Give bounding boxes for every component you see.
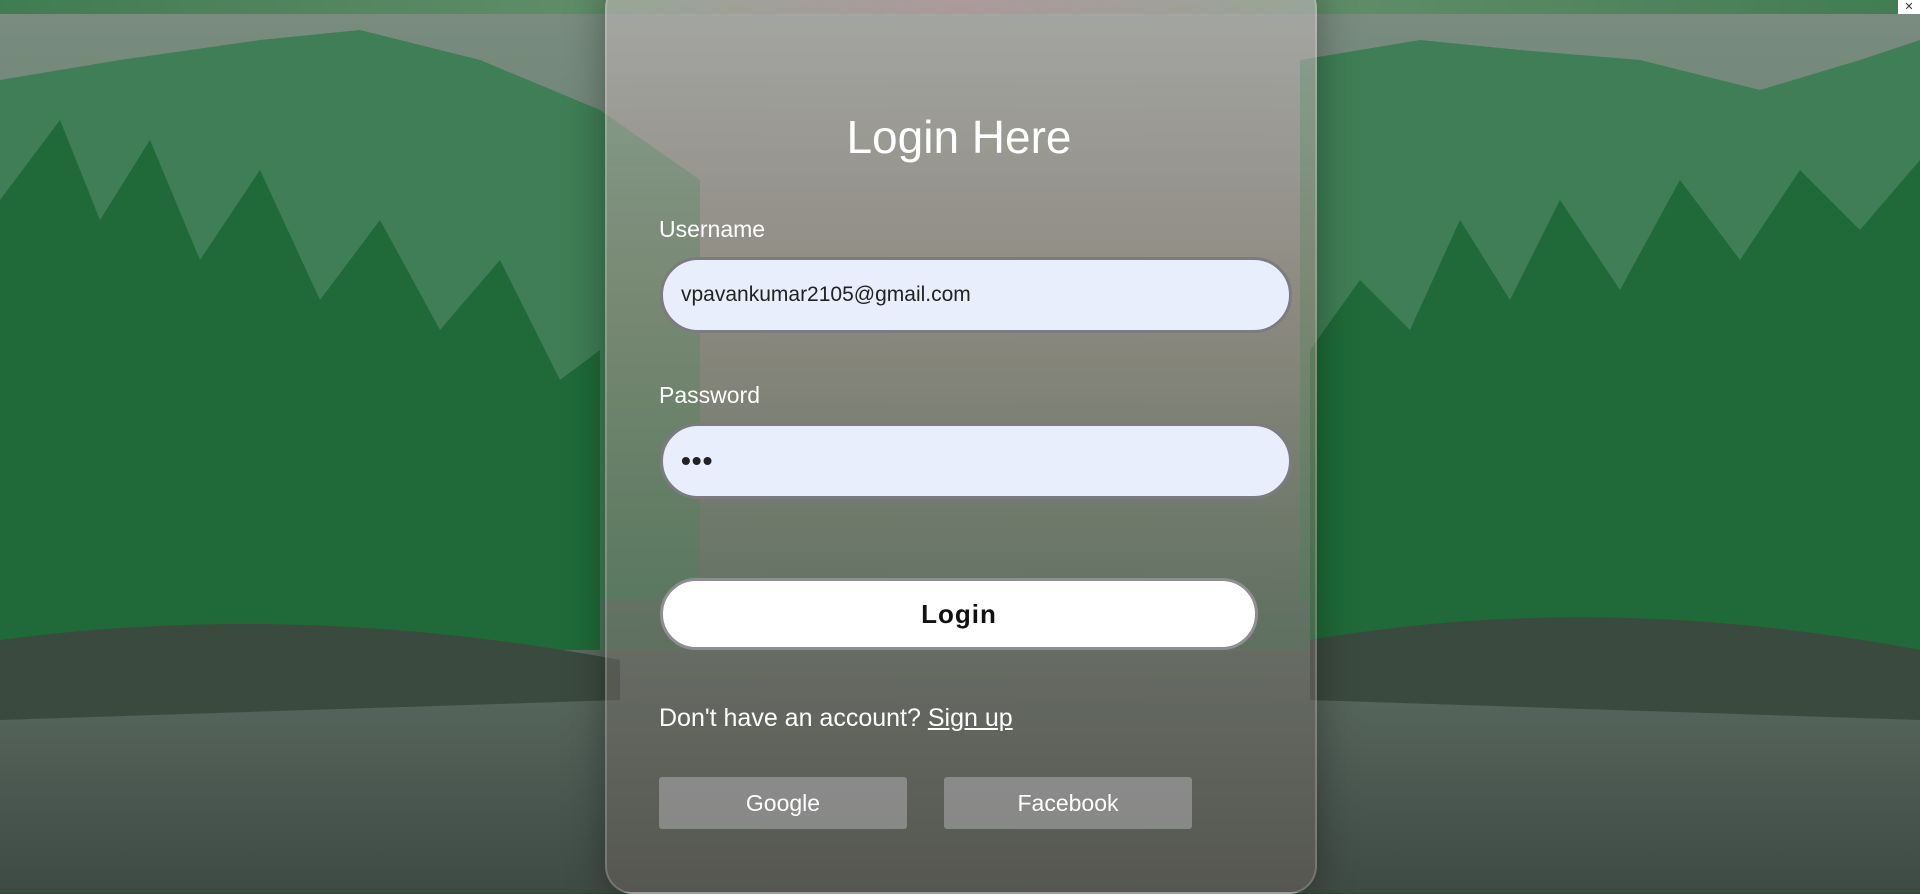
close-icon[interactable]: ✕: [1898, 0, 1920, 14]
login-button[interactable]: Login: [660, 578, 1258, 650]
signup-link[interactable]: Sign up: [928, 704, 1013, 732]
signup-prompt: Don't have an account? Sign up: [659, 704, 1013, 733]
password-label: Password: [659, 382, 760, 408]
password-input[interactable]: [660, 423, 1292, 499]
facebook-button[interactable]: Facebook: [944, 777, 1192, 829]
username-input[interactable]: [660, 257, 1292, 333]
signup-prompt-text: Don't have an account?: [659, 704, 921, 732]
username-label: Username: [659, 216, 766, 242]
page-title: Login Here: [846, 111, 1072, 163]
google-button[interactable]: Google: [659, 777, 907, 829]
